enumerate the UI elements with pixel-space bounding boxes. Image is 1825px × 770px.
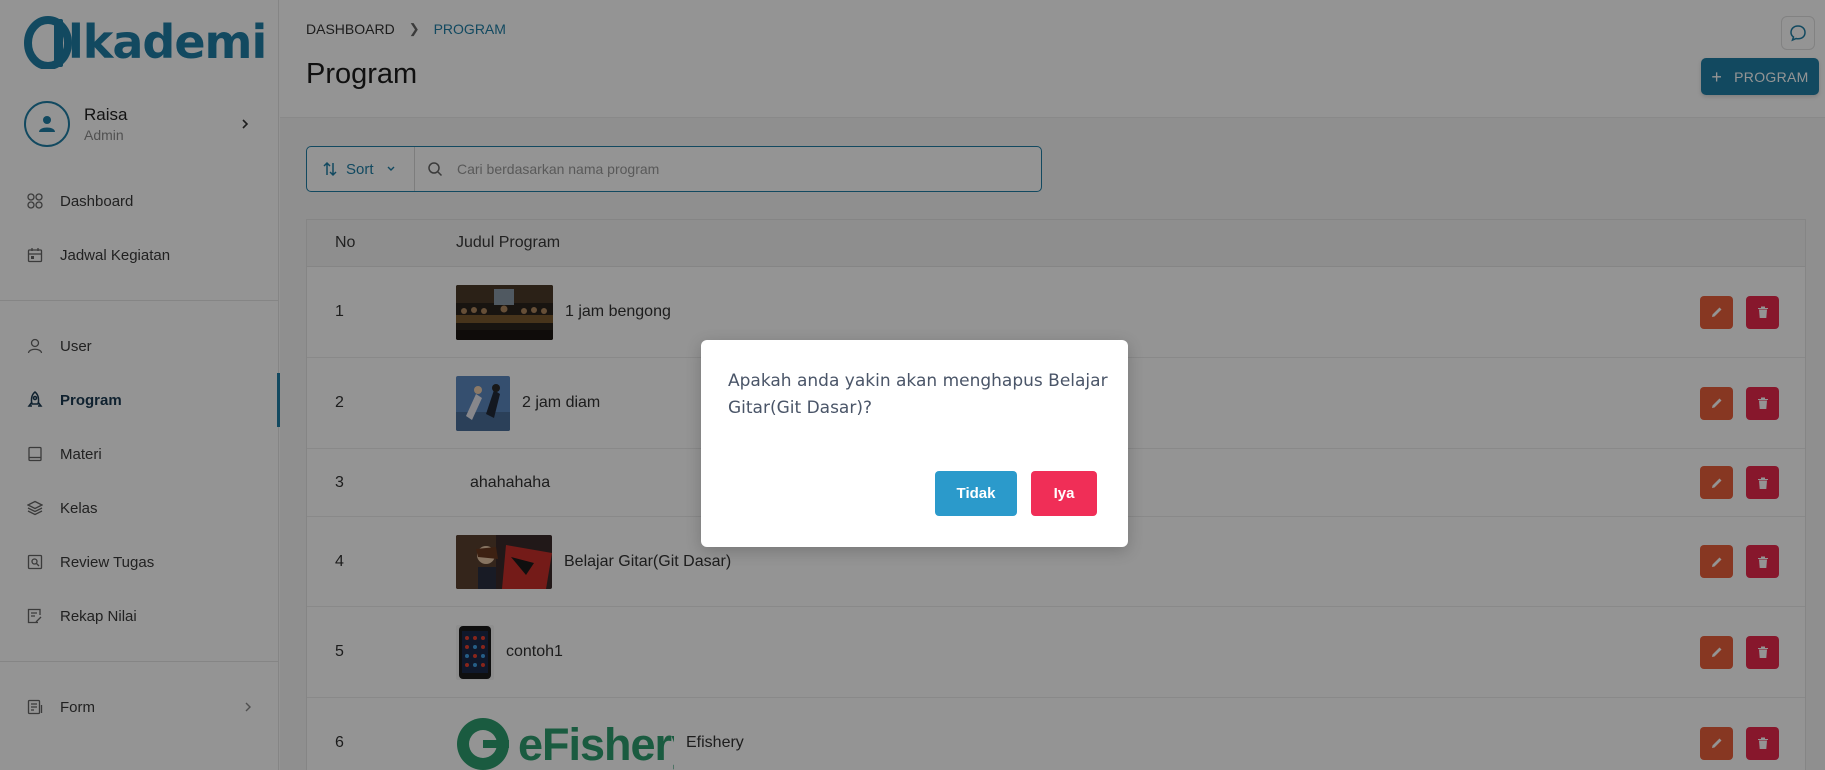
confirm-delete-button[interactable]: Iya xyxy=(1031,471,1097,516)
dialog-message: Apakah anda yakin akan menghapus Belajar… xyxy=(728,371,1108,418)
cancel-button[interactable]: Tidak xyxy=(935,471,1017,516)
modal-backdrop[interactable]: Apakah anda yakin akan menghapus Belajar… xyxy=(0,0,1825,770)
delete-confirm-dialog: Apakah anda yakin akan menghapus Belajar… xyxy=(701,340,1128,547)
